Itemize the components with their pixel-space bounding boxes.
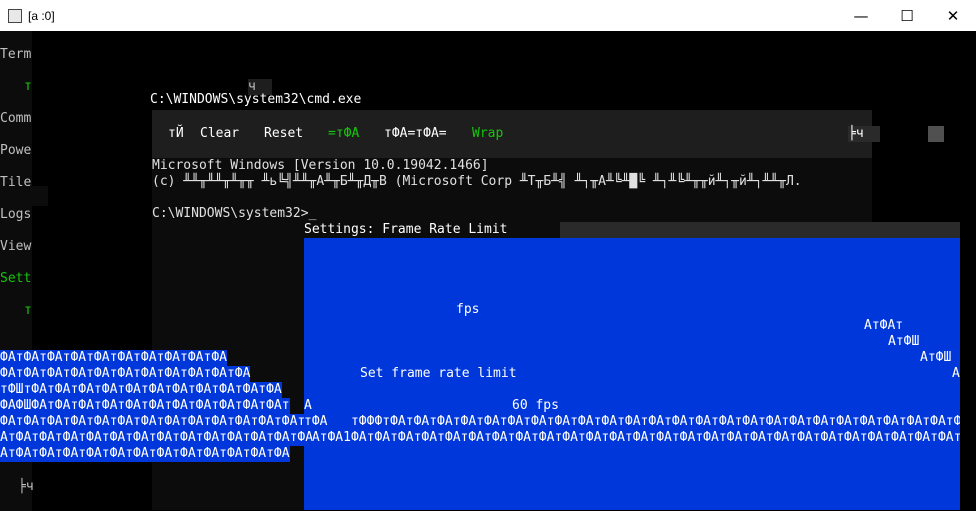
selection-line: ФАтФАтФАтФАтФАтФАтФАтФАтФАтФА [0, 350, 227, 366]
toolbar-square-button[interactable] [928, 126, 944, 142]
sidebar-item-view[interactable]: View [0, 239, 31, 255]
console-prompt[interactable]: C:\WINDOWS\system32>_ [152, 206, 316, 222]
frame-rate-label: Set frame rate limit [360, 366, 517, 381]
selection-line: АтФАтФАтФАтФАтФАтФАтФАтФАтФАтФАтФАтФА [0, 446, 290, 462]
option-toggle-1[interactable]: =тФА [328, 126, 359, 142]
sidebar-item-settings[interactable]: Sett [0, 271, 31, 287]
selection-line: ФАФШФАтФАтФАтФАтФАтФАтФАтФАтФАтФАтФАт [0, 398, 290, 414]
slider-track-row: ФАтФА1ФАтФАтФАтФАтФАтФАтФАтФАтФАтФАтФАтФ… [304, 430, 960, 445]
sidebar-subitem[interactable]: т [24, 79, 32, 95]
selection-line: ФАтФАтФАтФАтФАтФАтФАтФАтФАтФАтФАтФАтФАт [0, 414, 306, 430]
maximize-button[interactable]: ☐ [884, 0, 930, 31]
window-title: [a :0] [28, 9, 55, 23]
inner-toolbar [152, 110, 872, 158]
frame-rate-slider[interactable]: тФА тФФФтФАтФАтФАтФАтФАтФАтФАтФАтФАтФАтФ… [304, 414, 960, 446]
sidebar-item-terminal[interactable]: Term [0, 47, 31, 63]
sidebar-item-logs[interactable]: Logs [0, 207, 31, 223]
panel-border-glyph: АтФШ [888, 334, 920, 349]
toolbar-glyph: тЙ [168, 126, 184, 141]
panel-border-glyph: АтФАт [864, 318, 904, 333]
console-line: (c) ╨╨╥╨╨╥╨╥╥ ╨ь╚╣╨╨╥А╨╥Б╨╥Д╥В (Microsof… [152, 174, 802, 189]
sidebar-item-tile[interactable]: Tile [0, 175, 31, 191]
option-toggle-2[interactable]: тФА=тФА= [384, 126, 447, 142]
minimize-button[interactable]: — [838, 0, 884, 31]
sidebar-subitem[interactable]: т [24, 303, 32, 319]
toolbar-right-handle[interactable]: ╞ч [848, 126, 880, 142]
settings-title: Settings: Frame Rate Limit [304, 222, 560, 238]
sidebar-item-commands[interactable]: Comm [0, 111, 31, 127]
selection-line: ФАтФАтФАтФАтФАтФАтФАтФАтФАтФАтФА [0, 366, 251, 382]
app-icon [8, 9, 22, 23]
sidebar-item-power[interactable]: Powe [0, 143, 31, 159]
inner-window-title: C:\WINDOWS\system32\cmd.exe [150, 92, 362, 107]
sidebar-notch [32, 186, 48, 206]
selection-line: АтФАтФАтФАтФАтФАтФАтФАтФАтФАтФАтФАтФАтФА [0, 430, 314, 446]
sidebar-bottom-handle[interactable]: ╞ч [18, 479, 34, 495]
slider-track-row: тФА тФФФтФАтФАтФАтФАтФАтФАтФАтФАтФАтФАтФ… [304, 414, 960, 429]
frame-rate-value: 60 fps [512, 398, 559, 413]
settings-title-extension [560, 222, 960, 238]
panel-border-glyph: А [952, 366, 960, 381]
panel-border-glyph: АтФШ [920, 350, 952, 365]
wrap-toggle[interactable]: Wrap [472, 126, 503, 142]
reset-button[interactable]: Reset [264, 126, 303, 142]
fps-unit-label: fps [456, 302, 480, 317]
slider-left-marker: А [304, 398, 312, 413]
console-line: Microsoft Windows [Version 10.0.19042.14… [152, 158, 489, 173]
close-button[interactable]: ✕ [930, 0, 976, 31]
selection-line: тФШтФАтФАтФАтФАтФАтФАтФАтФАтФАтФАтФА [0, 382, 282, 398]
clear-button[interactable]: Clear [200, 126, 239, 142]
window-title-bar: [a :0] — ☐ ✕ [0, 0, 976, 31]
